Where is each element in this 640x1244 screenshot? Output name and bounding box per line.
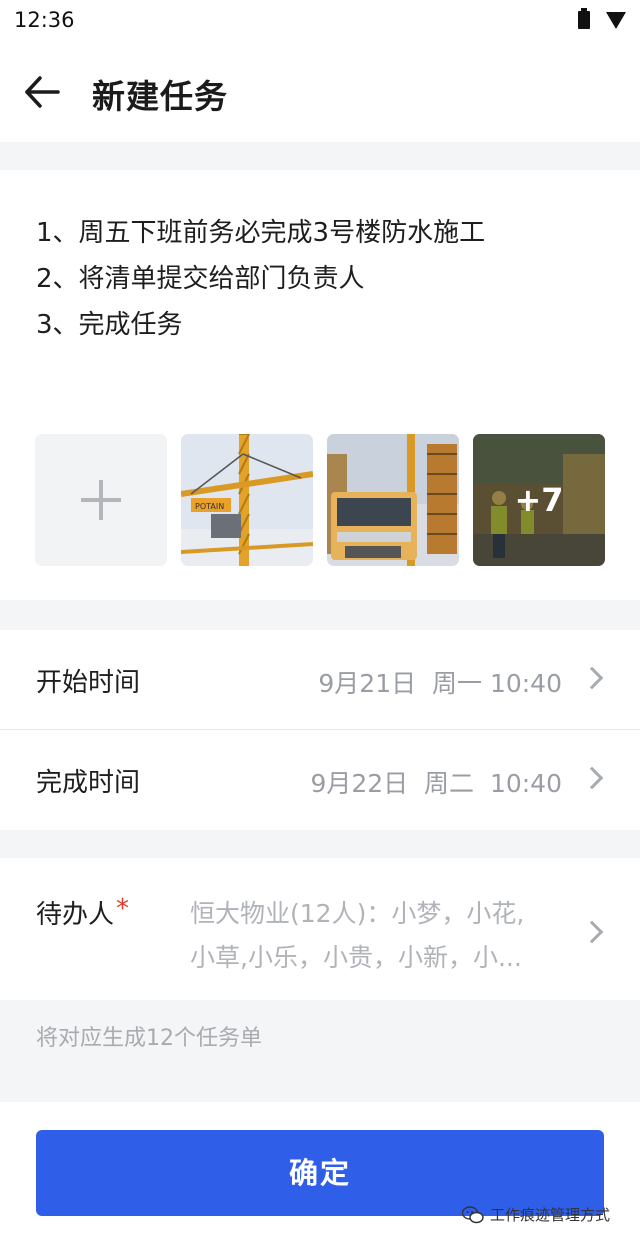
assignee-row[interactable]: 待办人* 恒大物业(12人)：小梦，小花, 小草,小乐，小贵，小新，小... bbox=[0, 858, 640, 1000]
start-time-value: 9月21日 周一 10:40 bbox=[318, 669, 562, 698]
chevron-right-icon bbox=[580, 666, 604, 690]
photo-thumbnail-truck[interactable] bbox=[327, 434, 459, 566]
task-description[interactable]: 1、周五下班前务必完成3号楼防水施工 2、将清单提交给部门负责人 3、完成任务 bbox=[36, 210, 485, 348]
svg-text:POTAIN: POTAIN bbox=[195, 502, 224, 511]
task-count-note: 将对应生成12个任务单 bbox=[36, 1026, 262, 1051]
end-time-label: 完成时间 bbox=[36, 768, 141, 798]
required-asterisk: * bbox=[116, 894, 130, 924]
assignee-value-line: 恒大物业(12人)：小梦，小花, bbox=[190, 899, 525, 928]
start-time-row[interactable]: 开始时间 9月21日 周一 10:40 bbox=[0, 630, 640, 730]
more-photos-count: +7 bbox=[473, 434, 605, 566]
battery-icon bbox=[578, 8, 590, 29]
schedule-card: 开始时间 9月21日 周一 10:40 完成时间 9月22日 周二 10:40 bbox=[0, 630, 640, 830]
status-time: 12:36 bbox=[14, 8, 75, 32]
chevron-right-icon bbox=[580, 920, 604, 944]
task-content-card: 1、周五下班前务必完成3号楼防水施工 2、将清单提交给部门负责人 3、完成任务 … bbox=[0, 170, 640, 600]
assignee-value: 恒大物业(12人)：小梦，小花, 小草,小乐，小贵，小新，小... bbox=[190, 892, 570, 980]
page-title: 新建任务 bbox=[92, 77, 228, 116]
end-time-row[interactable]: 完成时间 9月22日 周二 10:40 bbox=[0, 730, 640, 830]
app-header: 新建任务 bbox=[0, 42, 640, 142]
signal-icon bbox=[606, 12, 626, 29]
crane-photo: POTAIN bbox=[181, 434, 313, 566]
add-image-button[interactable] bbox=[35, 434, 167, 566]
watermark: 工作痕迹管理方式 bbox=[462, 1204, 610, 1225]
end-time-value: 9月22日 周二 10:40 bbox=[310, 769, 562, 798]
chevron-right-icon bbox=[580, 766, 604, 790]
assignee-value-line: 小草,小乐，小贵，小新，小... bbox=[190, 943, 522, 972]
task-line: 2、将清单提交给部门负责人 bbox=[36, 264, 365, 294]
start-time-label: 开始时间 bbox=[36, 668, 141, 698]
status-bar: 12:36 bbox=[0, 0, 640, 42]
truck-photo bbox=[327, 434, 459, 566]
assignee-label: 待办人* bbox=[36, 894, 130, 930]
back-arrow-icon[interactable] bbox=[22, 72, 62, 112]
task-line: 3、完成任务 bbox=[36, 310, 183, 340]
task-line: 1、周五下班前务必完成3号楼防水施工 bbox=[36, 218, 486, 248]
photo-thumbnail-workers[interactable]: +7 bbox=[473, 434, 605, 566]
wechat-icon bbox=[462, 1205, 484, 1223]
watermark-text: 工作痕迹管理方式 bbox=[490, 1206, 611, 1224]
photo-thumbnail-crane[interactable]: POTAIN bbox=[181, 434, 313, 566]
